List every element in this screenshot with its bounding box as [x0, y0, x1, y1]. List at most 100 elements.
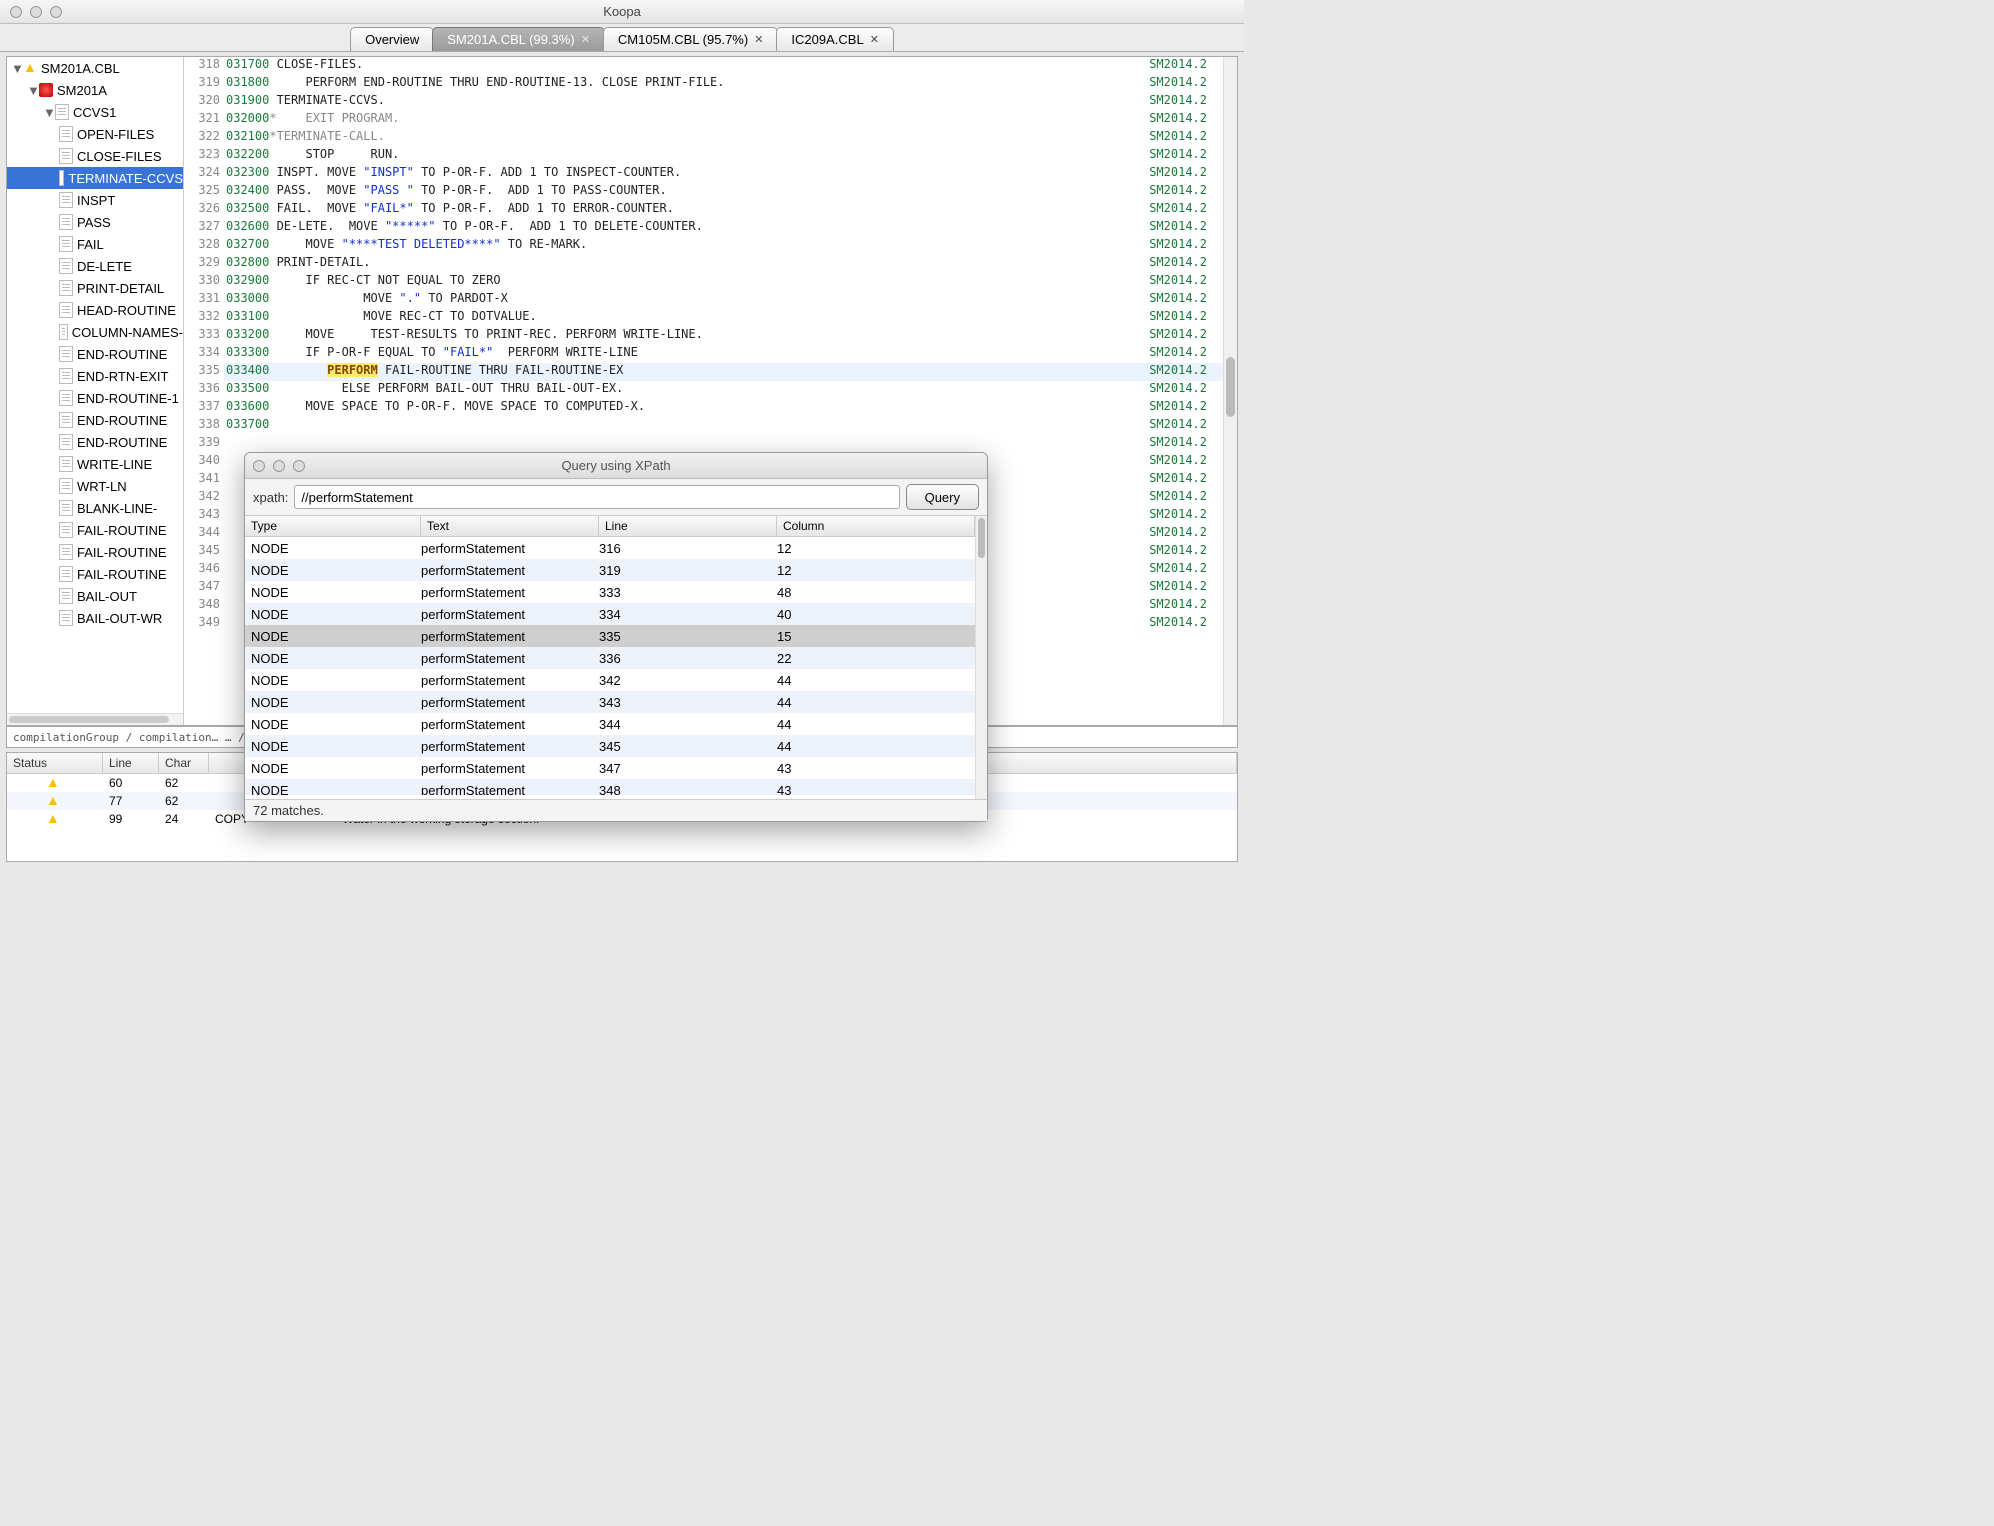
tree-item[interactable]: END-ROUTINE [7, 409, 183, 431]
rescol-line[interactable]: Line [599, 516, 777, 536]
col-char[interactable]: Char [159, 753, 209, 773]
tree-item[interactable]: TERMINATE-CCVS [7, 167, 183, 189]
code-line[interactable]: 032000* EXIT PROGRAM.SM2014.2 [224, 111, 1223, 129]
tree-hscroll[interactable] [7, 713, 183, 725]
code-line[interactable]: 032900 IF REC-CT NOT EQUAL TO ZEROSM2014… [224, 273, 1223, 291]
tree-item[interactable]: BLANK-LINE- [7, 497, 183, 519]
xpath-label: xpath: [253, 490, 288, 505]
code-vscroll[interactable] [1223, 57, 1237, 725]
paragraph-icon [59, 500, 73, 516]
paragraph-icon [59, 280, 73, 296]
result-row[interactable]: NODEperformStatement34244 [245, 669, 975, 691]
code-line[interactable]: 032800 PRINT-DETAIL.SM2014.2 [224, 255, 1223, 273]
rescol-type[interactable]: Type [245, 516, 421, 536]
tree-item[interactable]: HEAD-ROUTINE [7, 299, 183, 321]
tree-item[interactable]: FAIL-ROUTINE [7, 541, 183, 563]
code-trail: SM2014.2 [1149, 507, 1207, 521]
code-line[interactable]: 032400 PASS. MOVE "PASS " TO P-OR-F. ADD… [224, 183, 1223, 201]
tree-item[interactable]: BAIL-OUT [7, 585, 183, 607]
tree-section[interactable]: ▼CCVS1 [7, 101, 183, 123]
result-row[interactable]: NODEperformStatement31612 [245, 537, 975, 559]
rescol-col[interactable]: Column [777, 516, 975, 536]
window-titlebar: Koopa [0, 0, 1244, 24]
result-row[interactable]: NODEperformStatement33348 [245, 581, 975, 603]
code-trail: SM2014.2 [1149, 309, 1207, 323]
result-row[interactable]: NODEperformStatement31912 [245, 559, 975, 581]
tab-2[interactable]: CM105M.CBL (95.7%)✕ [603, 27, 779, 51]
code-trail: SM2014.2 [1149, 75, 1207, 89]
tree-program[interactable]: ▼SM201A [7, 79, 183, 101]
tab-close-icon[interactable]: ✕ [581, 33, 590, 46]
outline-tree[interactable]: ▼SM201A.CBL▼SM201A▼CCVS1OPEN-FILESCLOSE-… [7, 57, 184, 725]
code-line[interactable]: 031800 PERFORM END-ROUTINE THRU END-ROUT… [224, 75, 1223, 93]
col-line[interactable]: Line [103, 753, 159, 773]
tree-item[interactable]: BAIL-OUT-WR [7, 607, 183, 629]
window-title: Koopa [0, 4, 1244, 19]
results-vscroll[interactable] [975, 516, 987, 799]
tree-item[interactable]: INSPT [7, 189, 183, 211]
tree-item[interactable]: FAIL-ROUTINE [7, 563, 183, 585]
code-line[interactable]: 033700SM2014.2 [224, 417, 1223, 435]
result-row[interactable]: NODEperformStatement34444 [245, 713, 975, 735]
tree-item[interactable]: FAIL-ROUTINE [7, 519, 183, 541]
tree-item[interactable]: FAIL [7, 233, 183, 255]
col-status[interactable]: Status [7, 753, 103, 773]
paragraph-icon [59, 588, 73, 604]
paragraph-icon [59, 192, 73, 208]
paragraph-icon [59, 148, 73, 164]
result-row[interactable]: NODEperformStatement34843 [245, 779, 975, 795]
code-line[interactable]: 032500 FAIL. MOVE "FAIL*" TO P-OR-F. ADD… [224, 201, 1223, 219]
tree-item[interactable]: END-ROUTINE-1 [7, 387, 183, 409]
tree-item[interactable]: WRT-LN [7, 475, 183, 497]
code-line[interactable]: 033000 MOVE "." TO PARDOT-XSM2014.2 [224, 291, 1223, 309]
code-line[interactable]: 033200 MOVE TEST-RESULTS TO PRINT-REC. P… [224, 327, 1223, 345]
tree-root[interactable]: ▼SM201A.CBL [7, 57, 183, 79]
code-line[interactable]: 031900 TERMINATE-CCVS.SM2014.2 [224, 93, 1223, 111]
code-line[interactable]: 032300 INSPT. MOVE "INSPT" TO P-OR-F. AD… [224, 165, 1223, 183]
code-line[interactable]: 032700 MOVE "****TEST DELETED****" TO RE… [224, 237, 1223, 255]
result-row[interactable]: NODEperformStatement33440 [245, 603, 975, 625]
code-trail: SM2014.2 [1149, 327, 1207, 341]
result-row[interactable]: NODEperformStatement33622 [245, 647, 975, 669]
xpath-input[interactable] [294, 485, 899, 509]
code-line[interactable]: 033500 ELSE PERFORM BAIL-OUT THRU BAIL-O… [224, 381, 1223, 399]
tree-item[interactable]: PASS [7, 211, 183, 233]
code-line[interactable]: 033100 MOVE REC-CT TO DOTVALUE.SM2014.2 [224, 309, 1223, 327]
tree-item[interactable]: CLOSE-FILES [7, 145, 183, 167]
code-line[interactable]: 033300 IF P-OR-F EQUAL TO "FAIL*" PERFOR… [224, 345, 1223, 363]
code-line[interactable]: 032100*TERMINATE-CALL.SM2014.2 [224, 129, 1223, 147]
code-line[interactable]: 033400 PERFORM FAIL-ROUTINE THRU FAIL-RO… [224, 363, 1223, 381]
results-header: Type Text Line Column [245, 516, 975, 537]
results-table[interactable]: Type Text Line Column NODEperformStateme… [245, 515, 987, 799]
code-line[interactable]: 031700 CLOSE-FILES.SM2014.2 [224, 57, 1223, 75]
code-line[interactable]: 032600 DE-LETE. MOVE "*****" TO P-OR-F. … [224, 219, 1223, 237]
tab-0[interactable]: Overview [350, 27, 434, 51]
rescol-text[interactable]: Text [421, 516, 599, 536]
tree-item[interactable]: END-RTN-EXIT [7, 365, 183, 387]
result-row[interactable]: NODEperformStatement33515 [245, 625, 975, 647]
warning-icon [46, 776, 60, 790]
code-line[interactable]: SM2014.2 [224, 435, 1223, 453]
xpath-dialog[interactable]: Query using XPath xpath: Query Type Text… [244, 452, 988, 822]
tab-close-icon[interactable]: ✕ [754, 33, 763, 46]
tree-item[interactable]: PRINT-DETAIL [7, 277, 183, 299]
code-line[interactable]: 032200 STOP RUN.SM2014.2 [224, 147, 1223, 165]
result-row[interactable]: NODEperformStatement34344 [245, 691, 975, 713]
tab-1[interactable]: SM201A.CBL (99.3%)✕ [432, 27, 605, 51]
query-button[interactable]: Query [906, 484, 979, 510]
tree-item[interactable]: END-ROUTINE [7, 343, 183, 365]
code-trail: SM2014.2 [1149, 183, 1207, 197]
tab-3[interactable]: IC209A.CBL✕ [776, 27, 893, 51]
code-line[interactable]: 033600 MOVE SPACE TO P-OR-F. MOVE SPACE … [224, 399, 1223, 417]
code-trail: SM2014.2 [1149, 57, 1207, 71]
result-row[interactable]: NODEperformStatement34544 [245, 735, 975, 757]
tab-close-icon[interactable]: ✕ [870, 33, 879, 46]
tree-item[interactable]: DE-LETE [7, 255, 183, 277]
tree-item[interactable]: OPEN-FILES [7, 123, 183, 145]
dialog-titlebar[interactable]: Query using XPath [245, 453, 987, 479]
result-row[interactable]: NODEperformStatement34743 [245, 757, 975, 779]
paragraph-icon [59, 434, 73, 450]
tree-item[interactable]: WRITE-LINE [7, 453, 183, 475]
tree-item[interactable]: COLUMN-NAMES- [7, 321, 183, 343]
tree-item[interactable]: END-ROUTINE [7, 431, 183, 453]
